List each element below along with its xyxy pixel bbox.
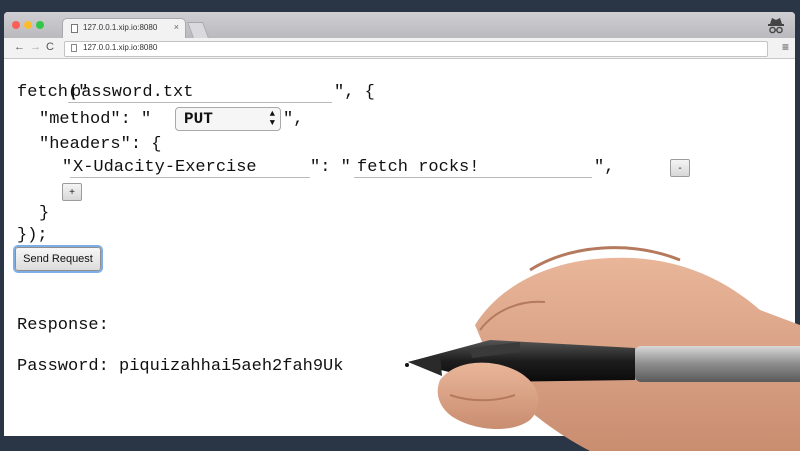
- select-arrows-icon: ▲ ▼: [269, 109, 275, 128]
- back-button[interactable]: ←: [14, 41, 25, 53]
- tab-close-icon[interactable]: ×: [174, 22, 179, 32]
- minimize-window-button[interactable]: [24, 21, 32, 29]
- headers-key-text: "headers": {: [39, 135, 162, 154]
- forward-button[interactable]: →: [30, 41, 41, 53]
- zoom-window-button[interactable]: [36, 21, 44, 29]
- header-value-input[interactable]: fetch rocks!: [354, 158, 592, 178]
- send-request-button[interactable]: Send Request: [15, 247, 101, 271]
- address-url[interactable]: 127.0.0.1.xip.io:8080: [83, 43, 157, 52]
- method-select-value: PUT: [184, 110, 213, 128]
- method-select[interactable]: PUT ▲ ▼: [175, 107, 281, 131]
- method-key-text: "method": ": [39, 110, 152, 129]
- url-input[interactable]: password.txt: [68, 83, 332, 103]
- header-colon-text: ": ": [310, 158, 351, 177]
- page-icon: [71, 24, 78, 33]
- response-body: Password: piquizahhai5aeh2fah9Uk: [17, 357, 344, 376]
- menu-icon[interactable]: ≡: [782, 40, 789, 54]
- method-suffix-text: ",: [283, 110, 304, 129]
- hand-with-stylus-image: [405, 246, 800, 451]
- add-header-button[interactable]: +: [62, 183, 82, 201]
- tab-active[interactable]: 127.0.0.1.xip.io:8080 ×: [62, 18, 186, 38]
- fetch-args-open-text: ", {: [334, 83, 375, 102]
- page-icon: [71, 44, 77, 52]
- new-tab-button[interactable]: [187, 22, 209, 38]
- response-label: Response:: [17, 316, 109, 335]
- remove-header-button[interactable]: -: [670, 159, 690, 177]
- address-bar[interactable]: 127.0.0.1.xip.io:8080: [64, 41, 768, 57]
- incognito-icon: [768, 18, 784, 34]
- browser-toolbar: ← → C 127.0.0.1.xip.io:8080 ≡: [4, 38, 795, 59]
- headers-close-text: }: [39, 204, 50, 223]
- reload-button[interactable]: C: [46, 41, 54, 53]
- fetch-close-text: });: [17, 226, 48, 245]
- header-close-text: ",: [594, 158, 615, 177]
- header-name-input[interactable]: X-Udacity-Exercise: [70, 158, 310, 178]
- tab-title: 127.0.0.1.xip.io:8080: [83, 23, 158, 32]
- close-window-button[interactable]: [12, 21, 20, 29]
- tab-strip: 127.0.0.1.xip.io:8080 ×: [4, 12, 795, 38]
